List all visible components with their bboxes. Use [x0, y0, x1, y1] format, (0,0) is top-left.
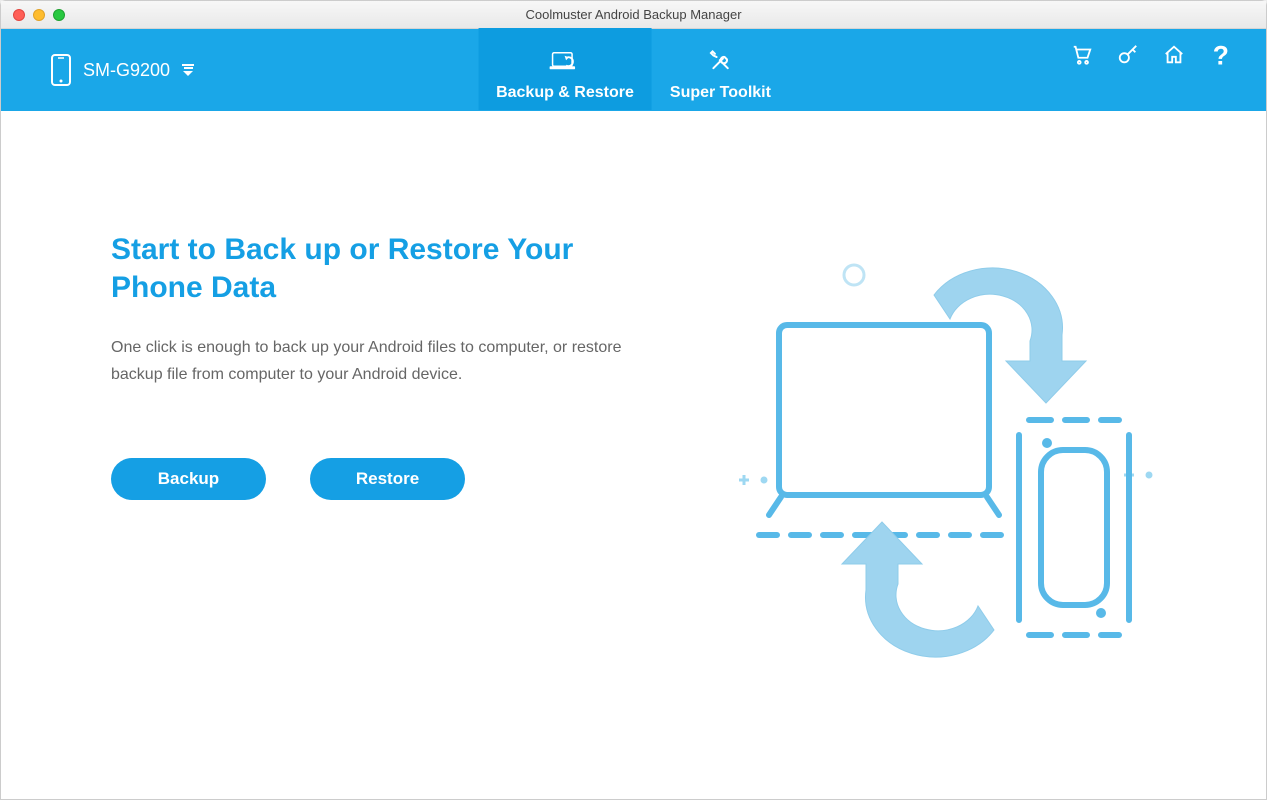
backup-restore-icon [550, 49, 580, 78]
page-heading: Start to Back up or Restore Your Phone D… [111, 231, 671, 306]
header-actions: ? [1070, 29, 1266, 111]
header-tabs: Backup & Restore Super Toolkit [478, 28, 789, 110]
window-title: Coolmuster Android Backup Manager [1, 7, 1266, 22]
device-name: SM-G9200 [83, 60, 170, 81]
zoom-window-button[interactable] [53, 9, 65, 21]
help-icon[interactable]: ? [1208, 43, 1232, 67]
app-header: SM-G9200 Backup & Restore Super Toolkit [1, 29, 1266, 111]
titlebar: Coolmuster Android Backup Manager [1, 1, 1266, 29]
page-description: One click is enough to back up your Andr… [111, 334, 631, 388]
illustration [671, 231, 1206, 759]
cart-icon[interactable] [1070, 43, 1094, 67]
restore-button[interactable]: Restore [310, 458, 465, 500]
close-window-button[interactable] [13, 9, 25, 21]
svg-text:?: ? [1213, 43, 1229, 67]
phone-icon [51, 54, 71, 86]
minimize-window-button[interactable] [33, 9, 45, 21]
window-controls [13, 9, 65, 21]
device-selector[interactable]: SM-G9200 [51, 29, 194, 111]
home-icon[interactable] [1162, 43, 1186, 67]
dropdown-icon [182, 64, 194, 76]
tab-backup-restore[interactable]: Backup & Restore [478, 28, 652, 110]
content-left: Start to Back up or Restore Your Phone D… [111, 231, 671, 759]
main-content: Start to Back up or Restore Your Phone D… [1, 111, 1266, 799]
app-window: Coolmuster Android Backup Manager SM-G92… [0, 0, 1267, 800]
tab-label: Super Toolkit [670, 84, 771, 102]
key-icon[interactable] [1116, 43, 1140, 67]
action-buttons: Backup Restore [111, 458, 671, 500]
backup-button[interactable]: Backup [111, 458, 266, 500]
tools-icon [705, 49, 735, 78]
tab-super-toolkit[interactable]: Super Toolkit [652, 28, 789, 110]
tab-label: Backup & Restore [496, 84, 634, 102]
